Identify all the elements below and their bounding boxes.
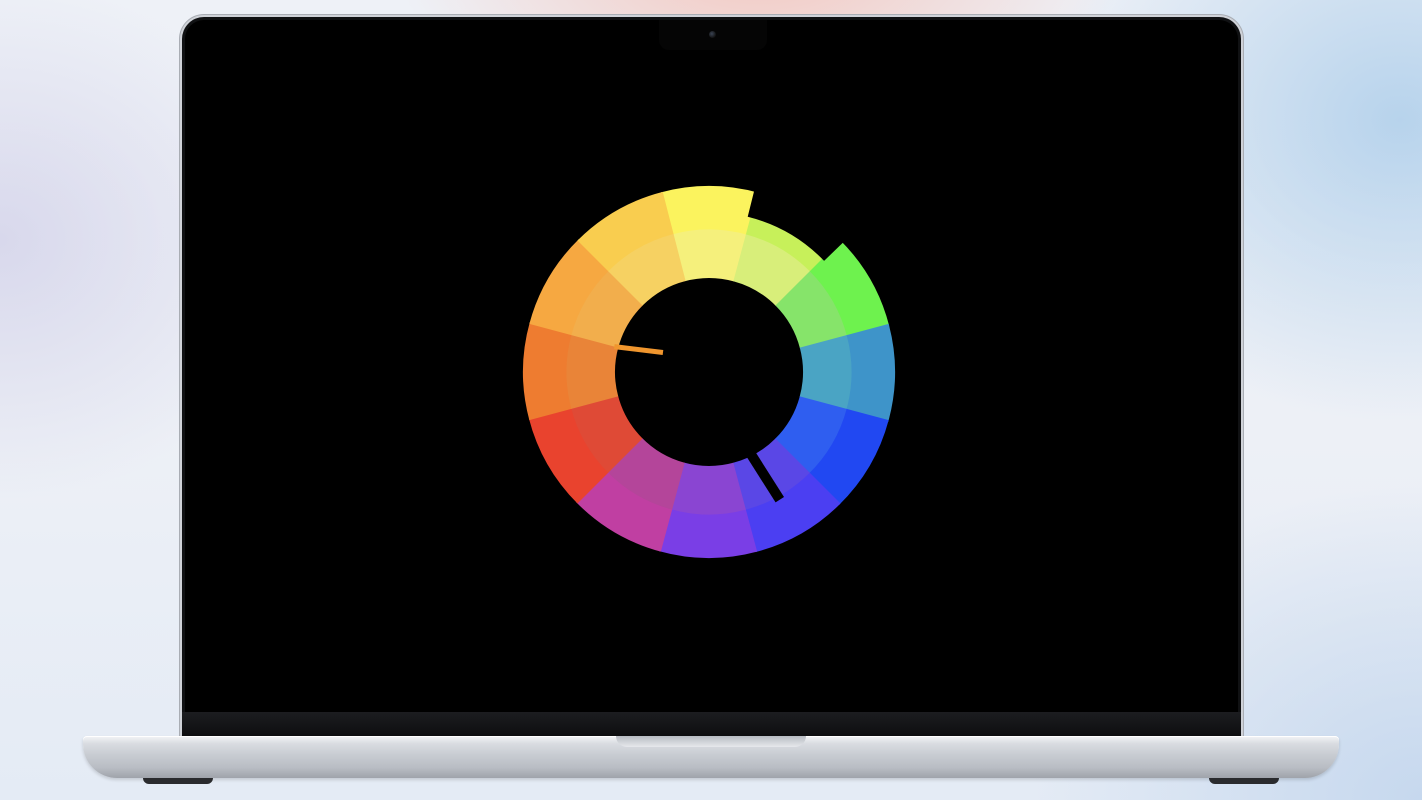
opening-notch	[616, 736, 806, 747]
laptop-foot-left	[143, 778, 213, 784]
laptop-base	[83, 736, 1339, 778]
wheel-segment-outer	[660, 186, 760, 236]
camera-icon	[709, 31, 716, 38]
laptop-foot-right	[1209, 778, 1279, 784]
laptop-display	[185, 20, 1238, 712]
wheel-segment-outer	[658, 508, 758, 559]
wheel-segment-outer	[845, 323, 895, 423]
color-wheel-graphic	[523, 186, 895, 559]
display-hinge	[182, 712, 1241, 737]
camera-notch	[659, 20, 767, 50]
wheel-pointer	[614, 344, 664, 355]
wheel-segment-outer	[523, 321, 573, 421]
laptop-lid	[182, 17, 1241, 737]
